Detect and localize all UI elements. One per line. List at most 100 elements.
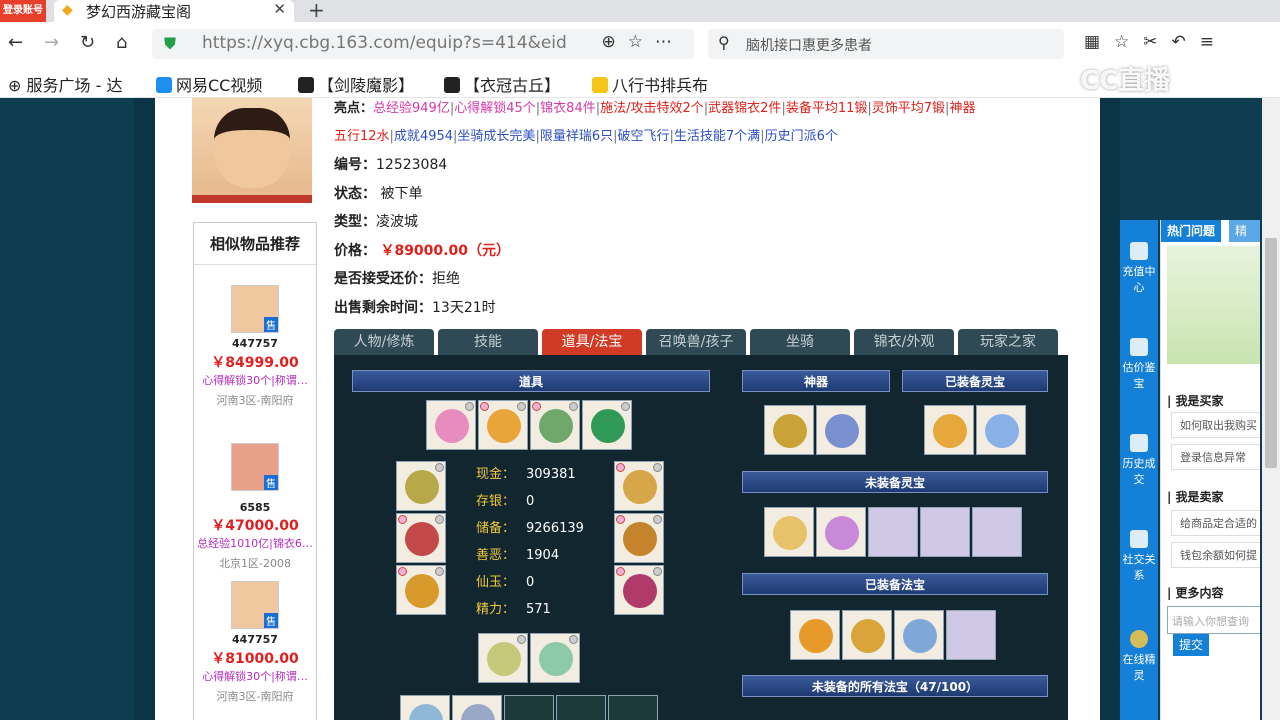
tab-skills[interactable]: 技能 (438, 329, 538, 355)
highlights-row: 亮点：总经验949亿|心得解锁45个|锦衣84件|施法/攻击特效2个|武器锦衣2… (334, 101, 976, 116)
similar-item[interactable]: 售 6585 ￥47000.00 总经验1010亿|锦衣6… 北京1区-2008 (194, 443, 316, 571)
question-input[interactable]: 请输入你想查询 (1167, 606, 1260, 634)
item-slot[interactable] (478, 633, 528, 683)
fabao-slot[interactable] (790, 610, 840, 660)
home-icon[interactable]: ⌂ (116, 32, 127, 53)
tab-hot-questions[interactable]: 热门问题 (1161, 220, 1222, 242)
toolbar-extension-icons[interactable]: ▦☆✂↶≡ (1084, 32, 1228, 52)
stat-jade: 仙玉： 0 (476, 575, 535, 590)
equip-slot[interactable] (396, 461, 446, 511)
empty-slot[interactable] (946, 610, 996, 660)
assistant-icon (1130, 630, 1148, 648)
social-button[interactable]: 社交关系 (1120, 530, 1158, 584)
equip-slot[interactable] (396, 513, 446, 563)
equip-slot[interactable] (614, 461, 664, 511)
tab-outfits[interactable]: 锦衣/外观 (854, 329, 954, 355)
site-favicon-icon: ◆ (62, 2, 73, 18)
item-slot[interactable] (478, 400, 528, 450)
similar-item-avatar[interactable]: 售 (231, 285, 279, 333)
tab-player-home[interactable]: 玩家之家 (958, 329, 1058, 355)
scrollbar-thumb[interactable] (1265, 238, 1277, 468)
lingbao-slot[interactable] (924, 405, 974, 455)
appraise-icon (1130, 338, 1148, 356)
forward-arrow-icon[interactable]: → (44, 32, 59, 53)
empty-slot[interactable] (556, 695, 606, 720)
similar-items-panel: 相似物品推荐 售 447757 ￥84999.00 心得解锁30个|称谓… 河南… (193, 222, 317, 720)
similar-item-avatar[interactable]: 售 (231, 443, 279, 491)
bookmark-item[interactable]: 【剑陵魔影】 (298, 72, 414, 96)
items-panel: 道具 神器 已装备灵宝 现金： 309381 存银： 0 储备： 9266139 善恶… (334, 355, 1068, 720)
similar-item-price: ￥81000.00 (211, 651, 299, 667)
history-deals-button[interactable]: 历史成交 (1120, 434, 1158, 488)
page-margin-left (134, 98, 155, 720)
tab-items[interactable]: 道具/法宝 (542, 329, 642, 355)
seller-section-title: | 我是卖家 (1167, 490, 1224, 504)
lingbao-slot[interactable] (764, 507, 814, 557)
artifact-slot[interactable] (764, 405, 814, 455)
item-slot[interactable] (582, 400, 632, 450)
item-slot[interactable] (452, 695, 502, 720)
globe-icon: ⊕ (8, 76, 27, 95)
people-icon (1130, 530, 1148, 548)
close-tab-icon[interactable]: ✕ (273, 0, 286, 18)
similar-item[interactable]: 售 447757 ￥81000.00 心得解锁30个|称谓… 河南3区-南阳府 (194, 581, 316, 704)
equip-slot[interactable] (614, 565, 664, 615)
online-assistant-button[interactable]: 在线精灵 (1120, 630, 1158, 684)
submit-button[interactable]: 提交 (1173, 634, 1210, 656)
listing-time-left: 出售剩余时间：13天21时 (334, 299, 496, 316)
empty-slot[interactable] (504, 695, 554, 720)
artifact-slot[interactable] (816, 405, 866, 455)
fabao-slot[interactable] (894, 610, 944, 660)
empty-slot[interactable] (920, 507, 970, 557)
faq-item[interactable]: 给商品定合适的 (1171, 510, 1260, 536)
similar-item[interactable]: 售 447757 ￥84999.00 心得解锁30个|称谓… 河南3区-南阳府 (194, 285, 316, 408)
page-scrollbar[interactable] (1262, 98, 1280, 720)
equip-slot[interactable] (396, 565, 446, 615)
tab-character[interactable]: 人物/修炼 (334, 329, 434, 355)
tab-assistant[interactable]: 精灵 (1229, 220, 1260, 260)
recharge-center-button[interactable]: 充值中心 (1120, 242, 1158, 296)
reload-icon[interactable]: ↻ (80, 32, 95, 53)
empty-slot[interactable] (608, 695, 658, 720)
search-input[interactable]: ⚲ 脑机接口惠更多患者 (708, 29, 1064, 59)
similar-item-server: 北京1区-2008 (219, 557, 291, 570)
item-slot[interactable] (400, 695, 450, 720)
unequipped-fabao-header: 未装备的所有法宝（47/100） (742, 675, 1048, 697)
item-slot[interactable] (530, 400, 580, 450)
appraisal-button[interactable]: 估价鉴宝 (1120, 338, 1158, 392)
bookmark-icon (592, 77, 608, 93)
login-badge[interactable]: 登录账号 (0, 0, 46, 22)
item-slot[interactable] (426, 400, 476, 450)
lingbao-slot[interactable] (976, 405, 1026, 455)
bookmark-item[interactable]: ⊕ 服务广场 - 达 (8, 72, 122, 96)
tab-bar: 登录账号 ◆ 梦幻西游藏宝阁 ✕ + (0, 0, 1280, 22)
bookmark-item[interactable]: 网易CC视频 (156, 72, 262, 96)
equipped-fabao-header: 已装备法宝 (742, 573, 1048, 595)
item-slot[interactable] (530, 633, 580, 683)
url-actions[interactable]: ⊕☆⋯ (602, 32, 684, 52)
bookmark-item[interactable]: 【衣冠古丘】 (444, 72, 560, 96)
stat-energy: 精力： 571 (476, 602, 551, 617)
lingbao-slot[interactable] (816, 507, 866, 557)
new-tab-icon[interactable]: + (308, 0, 325, 22)
search-icon: ⚲ (718, 33, 730, 52)
stat-savings: 存银： 0 (476, 494, 535, 509)
empty-slot[interactable] (868, 507, 918, 557)
equip-slot[interactable] (614, 513, 664, 563)
tab-mounts[interactable]: 坐骑 (750, 329, 850, 355)
empty-slot[interactable] (972, 507, 1022, 557)
character-face (214, 108, 290, 188)
similar-item-avatar[interactable]: 售 (231, 581, 279, 629)
dashen-icon (444, 77, 460, 93)
fabao-slot[interactable] (842, 610, 892, 660)
browser-tab[interactable]: ◆ 梦幻西游藏宝阁 ✕ (54, 0, 294, 22)
faq-item[interactable]: 登录信息异常 (1171, 444, 1260, 470)
tab-pets[interactable]: 召唤兽/孩子 (646, 329, 746, 355)
faq-item[interactable]: 如何取出我购买 (1171, 412, 1260, 438)
address-bar[interactable]: ⛊ https://xyq.cbg.163.com/equip?s=414&ei… (152, 29, 694, 59)
bookmark-item[interactable]: 八行书排兵布 (592, 72, 708, 96)
promo-banner[interactable] (1167, 246, 1260, 364)
back-arrow-icon[interactable]: ← (8, 32, 23, 53)
faq-item[interactable]: 钱包余额如何提 (1171, 542, 1260, 568)
similar-item-server: 河南3区-南阳府 (216, 690, 294, 703)
